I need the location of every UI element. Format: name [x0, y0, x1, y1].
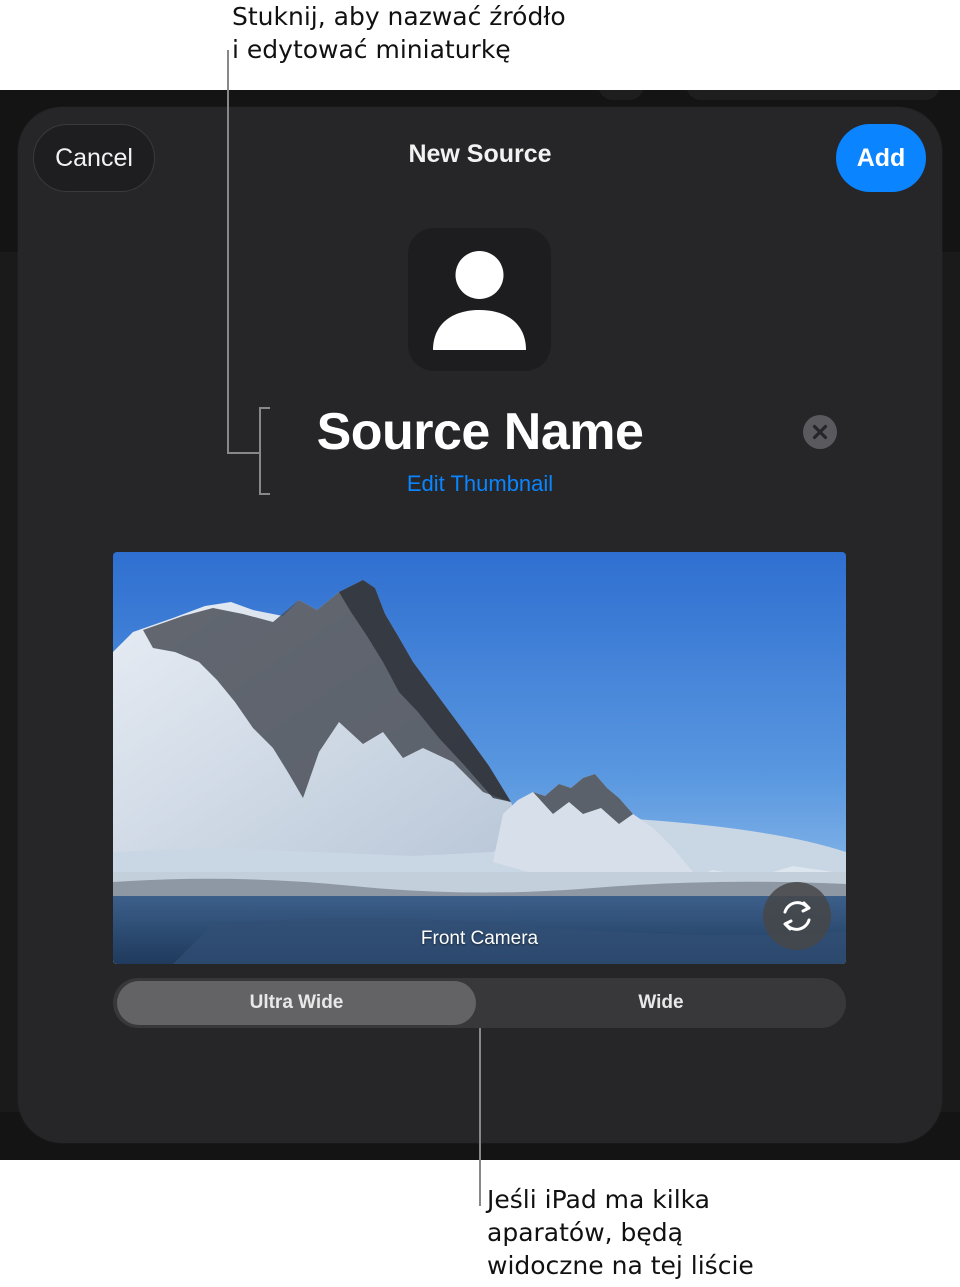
- lens-option-ultra-wide[interactable]: Ultra Wide: [117, 981, 476, 1025]
- annotation-bottom-line-3: widoczne na tej liście: [487, 1251, 754, 1280]
- camera-preview: Front Camera: [113, 552, 846, 964]
- sheet-title: New Source: [408, 140, 552, 168]
- lens-option-wide[interactable]: Wide: [479, 981, 843, 1025]
- leader-line-bottom: [479, 1028, 481, 1206]
- clear-text-button[interactable]: [803, 415, 837, 449]
- camera-label: Front Camera: [420, 928, 539, 949]
- add-button[interactable]: Add: [836, 124, 926, 192]
- camera-rotate-icon: [783, 901, 811, 931]
- person-icon: [433, 251, 526, 350]
- annotation-top: Stuknij, aby nazwać źródło i edytować mi…: [232, 0, 566, 66]
- cancel-button[interactable]: Cancel: [33, 124, 155, 192]
- edit-thumbnail-link[interactable]: Edit Thumbnail: [330, 471, 630, 497]
- annotation-top-line-2: i edytować miniaturkę: [232, 35, 511, 64]
- bracket: [259, 493, 270, 495]
- xmark-circle-icon: [812, 424, 828, 440]
- annotation-bottom-line-2: aparatów, będą: [487, 1218, 683, 1247]
- source-name-field[interactable]: Source Name: [200, 402, 760, 462]
- leader-line-top: [227, 50, 229, 453]
- annotation-bottom: Jeśli iPad ma kilka aparatów, będą widoc…: [487, 1183, 754, 1282]
- annotation-top-line-1: Stuknij, aby nazwać źródło: [232, 2, 566, 31]
- source-thumbnail[interactable]: [408, 228, 551, 371]
- flip-camera-button[interactable]: [763, 882, 831, 950]
- backdrop-ghost-control: [598, 90, 644, 100]
- lens-segmented-control: Ultra Wide Wide: [113, 978, 846, 1028]
- screenshot-stage: Stuknij, aby nazwać źródło i edytować mi…: [0, 0, 960, 1287]
- annotation-bottom-line-1: Jeśli iPad ma kilka: [487, 1185, 710, 1214]
- mountain-landscape-image: [113, 552, 846, 964]
- backdrop-ghost-control: [686, 90, 940, 100]
